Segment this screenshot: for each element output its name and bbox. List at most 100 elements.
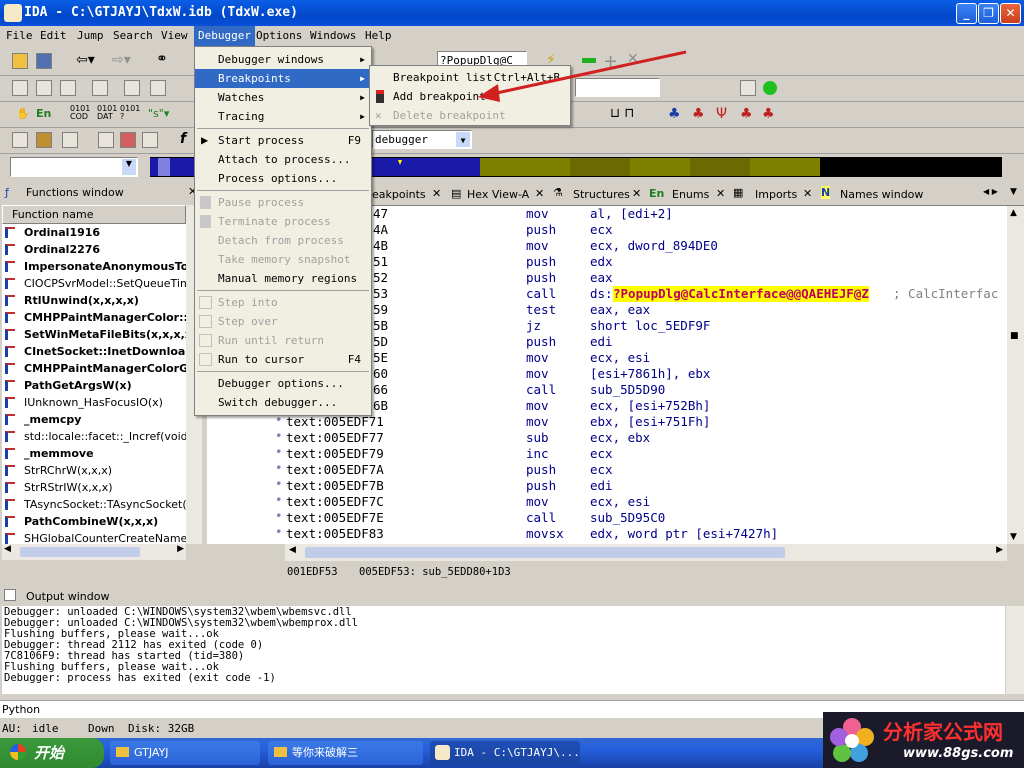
menu-debugger[interactable]: Debugger — [194, 26, 255, 46]
function-list-item[interactable]: _memcpy — [2, 411, 186, 428]
scroll-up-icon[interactable]: ▲ — [1010, 208, 1017, 218]
tab-hex-view[interactable]: Hex View-A — [467, 188, 529, 201]
close-icon[interactable]: ✕ — [716, 187, 725, 200]
forward-icon[interactable]: ⇨▾ — [112, 52, 131, 68]
code-icon[interactable]: 0101 COD — [70, 105, 90, 121]
debugger-menu-item[interactable]: Attach to process... — [195, 150, 371, 169]
function-list-item[interactable]: Ordinal2276 — [2, 241, 186, 258]
open-icon[interactable] — [12, 53, 28, 69]
xref-icon[interactable] — [124, 80, 140, 96]
chevron-down-icon[interactable]: ▼ — [122, 159, 136, 175]
tab-menu-icon[interactable]: ▼ — [1010, 187, 1017, 197]
disasm-line[interactable]: • text:005EDF71 mov ebx, [esi+751Fh] — [207, 412, 1007, 430]
function-list-item[interactable]: SetWinMetaFileBits(x,x,x,x) — [2, 326, 186, 343]
function-list-hscroll[interactable]: ◀ ▶ — [2, 544, 186, 560]
function-list-item[interactable]: RtlUnwind(x,x,x,x) — [2, 292, 186, 309]
segments-icon[interactable] — [120, 132, 136, 148]
menu-file[interactable]: File — [6, 29, 33, 42]
binoculars-icon[interactable]: ⚭ — [156, 51, 168, 67]
window-icon[interactable] — [142, 132, 158, 148]
menu-search[interactable]: Search — [113, 29, 153, 42]
disasm-line[interactable]: • text:005EDF79 inc ecx — [207, 444, 1007, 462]
function-list-item[interactable]: StrRStrIW(x,x,x) — [2, 479, 186, 496]
debugger-menu-item[interactable]: Debugger windows ▶ — [195, 50, 371, 69]
disasm-hscroll[interactable]: ◀ ▶ — [285, 544, 1007, 561]
scroll-right-icon[interactable]: ▶ — [177, 544, 184, 554]
disasm-line[interactable]: • text:005EDF7A push ecx — [207, 460, 1007, 478]
debugger-menu-item[interactable]: Process options... — [195, 169, 371, 188]
function-list-item[interactable]: CInetSocket::InetDownload( — [2, 343, 186, 360]
undef-icon[interactable]: 0101? — [120, 105, 140, 121]
trace-icon[interactable]: ⊔ ⊓ — [610, 106, 634, 121]
disasm-line[interactable]: • text:005EDF83 movsx edx, word ptr [esi+74… — [207, 524, 1007, 542]
close-icon[interactable]: ✕ — [432, 187, 441, 200]
hint-icon[interactable] — [150, 80, 166, 96]
disasm-vscroll[interactable]: ▲ ■ ▼ — [1007, 206, 1024, 544]
disasm-line[interactable]: • text:005EDF7B push edi — [207, 476, 1007, 494]
debugger-menu-item[interactable]: Manual memory regions — [195, 269, 371, 288]
chevron-down-icon[interactable]: ▼ — [456, 132, 470, 147]
function-list-item[interactable]: PathGetArgsW(x) — [2, 377, 186, 394]
function-list-item[interactable]: CMHPPaintManagerColor::op — [2, 309, 186, 326]
tab-breakpoints[interactable]: eakpoints — [372, 188, 426, 201]
scroll-down-icon[interactable]: ▼ — [1010, 532, 1017, 542]
calc-icon[interactable] — [12, 132, 28, 148]
function-list-item[interactable]: TAsyncSocket::TAsyncSocket(TA — [2, 496, 186, 513]
tab-names-window[interactable]: Names window — [840, 188, 923, 201]
task-crack[interactable]: 等你来破解三 — [268, 741, 423, 765]
scroll-left-icon[interactable]: ◀ — [4, 544, 11, 554]
function-list-item[interactable]: StrRChrW(x,x,x) — [2, 462, 186, 479]
close-button[interactable]: ✕ — [1000, 3, 1021, 24]
debugger-combo[interactable]: debugger ▼ — [372, 130, 472, 149]
copy-icon[interactable] — [98, 132, 114, 148]
debugger-menu-item[interactable]: Step into — [195, 293, 371, 312]
task-ida[interactable]: IDA - C:\GTJAYJ\... — [430, 741, 580, 765]
function-list-item[interactable]: _memmove — [2, 445, 186, 462]
tree-blue-icon[interactable]: ♣ — [668, 106, 681, 122]
debugger-menu-item[interactable]: Watches ▶ — [195, 88, 371, 107]
debugger-menu-item[interactable]: Detach from process — [195, 231, 371, 250]
save-icon[interactable] — [36, 53, 52, 69]
menu-edit[interactable]: Edit — [40, 29, 67, 42]
function-list-item[interactable]: CMHPPaintManagerColorGra — [2, 360, 186, 377]
data-icon[interactable]: 0101 DAT — [97, 105, 117, 121]
function-name-column[interactable]: Function name — [2, 205, 186, 224]
chart-red-icon[interactable]: ♣ — [740, 106, 753, 122]
graph-icon[interactable] — [36, 80, 52, 96]
debugger-menu-item[interactable]: Debugger options... — [195, 374, 371, 393]
function-list[interactable]: Ordinal1916 Ordinal2276 ImpersonateAnonymo… — [2, 224, 186, 544]
function-list-item[interactable]: ImpersonateAnonymousToke — [2, 258, 186, 275]
debugger-menu-item[interactable]: Pause process — [195, 193, 371, 212]
tab-enums[interactable]: Enums — [672, 188, 709, 201]
segment-combo[interactable]: ▼ — [10, 157, 138, 177]
function-list-item[interactable]: std::locale::facet::_Incref(void) — [2, 428, 186, 445]
cpu-icon[interactable] — [36, 132, 52, 148]
tab-structures[interactable]: Structures — [573, 188, 630, 201]
function-list-item[interactable]: SHGlobalCounterCreateNamedW( — [2, 530, 186, 544]
function-icon[interactable]: f — [180, 131, 186, 147]
menu-windows[interactable]: Windows — [310, 29, 356, 42]
function-list-item[interactable]: Ordinal1916 — [2, 224, 186, 241]
struct-icon[interactable] — [92, 80, 108, 96]
tab-scroll-icon[interactable]: ◀ ▶ — [983, 187, 998, 196]
back-icon[interactable]: ⇦▾ — [76, 52, 95, 68]
hand-icon[interactable]: ✋ — [16, 107, 30, 120]
tab-imports[interactable]: Imports — [755, 188, 797, 201]
xref-red-icon[interactable]: Ψ — [716, 106, 727, 122]
tree-icon[interactable] — [60, 80, 76, 96]
debugger-menu-item[interactable]: Start process ▶ F9 — [195, 131, 371, 150]
menu-help[interactable]: Help — [365, 29, 392, 42]
green-run-icon[interactable] — [763, 81, 777, 95]
debugger-menu-item[interactable]: Take memory snapshot — [195, 250, 371, 269]
segment-icon[interactable] — [12, 80, 28, 96]
output-vscroll[interactable] — [1006, 606, 1024, 694]
close-icon[interactable]: ✕ — [535, 187, 544, 200]
tree-red-icon[interactable]: ♣ — [692, 106, 705, 122]
maximize-button[interactable]: ❐ — [978, 3, 999, 24]
debugger-menu-item[interactable]: Terminate process — [195, 212, 371, 231]
start-button[interactable]: 开始 — [0, 738, 104, 768]
scroll-left-icon[interactable]: ◀ — [289, 545, 296, 555]
chart-red2-icon[interactable]: ♣ — [762, 106, 775, 122]
python-label[interactable]: Python — [2, 703, 40, 716]
disasm-line[interactable]: • text:005EDF7C mov ecx, esi — [207, 492, 1007, 510]
